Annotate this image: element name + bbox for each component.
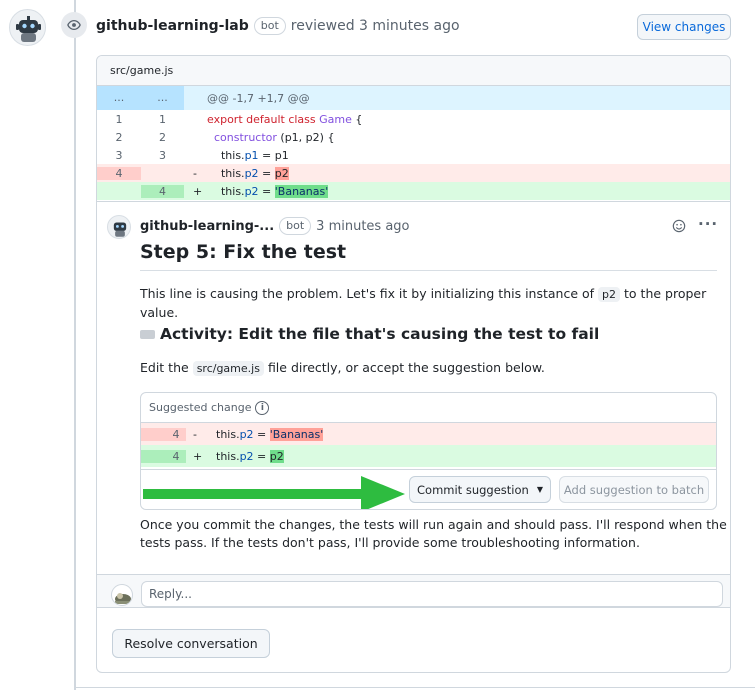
suggestion-line-deleted: 4 - this.p2 = 'Bananas'	[141, 423, 716, 445]
step-title: Step 5: Fix the test	[140, 241, 347, 263]
resolve-conversation-button[interactable]: Resolve conversation	[112, 629, 270, 658]
code-line: this.p2 = p2	[216, 449, 284, 463]
review-comment: github-learning-... bot 3 minutes ago ··…	[97, 201, 730, 574]
file-header: src/game.js	[97, 56, 730, 86]
diff-marker: +	[193, 184, 203, 198]
suggestion-line-added: 4 + this.p2 = p2	[141, 445, 716, 467]
review-author[interactable]: github-learning-lab	[96, 18, 249, 34]
hunk-header: ... ... @@ -1,7 +1,7 @@	[97, 86, 730, 110]
review-action-text: reviewed 3 minutes ago	[290, 18, 460, 34]
new-line-number[interactable]: 2	[141, 131, 184, 144]
new-line-number[interactable]: 4	[141, 184, 184, 198]
file-path[interactable]: src/game.js	[110, 64, 173, 77]
code-line: this.p2 = p2	[207, 166, 289, 180]
comment-header: github-learning-... bot 3 minutes ago	[140, 217, 410, 235]
caret-down-icon: ▼	[536, 485, 543, 494]
suggested-change-header: Suggested change i	[141, 393, 716, 423]
comment-author[interactable]: github-learning-...	[140, 219, 274, 234]
reply-bar: Reply...	[97, 574, 730, 608]
hunk-text: @@ -1,7 +1,7 @@	[207, 91, 310, 105]
kebab-menu-icon[interactable]: ···	[698, 215, 718, 233]
arrow-icon	[143, 476, 405, 509]
divider	[140, 270, 717, 271]
old-line-number[interactable]: 2	[97, 131, 141, 144]
expand-down-button[interactable]: ...	[141, 86, 184, 110]
avatar[interactable]	[111, 584, 133, 606]
bot-badge: bot	[253, 17, 286, 35]
suggestion-actions: Commit suggestion ▼ Add suggestion to ba…	[141, 469, 716, 509]
inline-code: p2	[598, 287, 621, 302]
old-line-number[interactable]: 4	[97, 166, 141, 180]
diff-line: 2 2 constructor (p1, p2) {	[97, 128, 730, 146]
diff-line-added: 4 + this.p2 = 'Bananas'	[97, 182, 730, 200]
comment-timestamp[interactable]: 3 minutes ago	[316, 219, 409, 234]
suggested-change: Suggested change i 4 - this.p2 = 'Banana…	[140, 392, 717, 510]
avatar[interactable]	[9, 9, 46, 46]
view-changes-button[interactable]: View changes	[637, 14, 731, 40]
code-line: this.p2 = 'Bananas'	[207, 184, 329, 198]
review-header: github-learning-lab bot reviewed 3 minut…	[96, 17, 460, 35]
diff-line: 3 3 this.p1 = p1	[97, 146, 730, 164]
closing-paragraph: Once you commit the changes, the tests w…	[140, 517, 727, 550]
commit-suggestion-button[interactable]: Commit suggestion ▼	[409, 476, 551, 503]
info-icon[interactable]: i	[255, 400, 270, 415]
code-line: this.p2 = 'Bananas'	[216, 427, 324, 441]
diff-line: 1 1 export default class Game {	[97, 110, 730, 128]
code-line: this.p1 = p1	[207, 148, 289, 162]
expand-up-button[interactable]: ...	[97, 86, 141, 110]
timeline-line	[74, 0, 76, 690]
activity-heading: Activity: Edit the file that's causing t…	[140, 325, 599, 343]
reply-input[interactable]: Reply...	[141, 581, 723, 607]
old-line-number[interactable]: 3	[97, 149, 141, 162]
diff-marker: -	[193, 427, 197, 441]
review-box: src/game.js ... ... @@ -1,7 +1,7 @@ 1 1 …	[96, 55, 731, 673]
inline-code: src/game.js	[192, 361, 264, 376]
diff-marker: -	[193, 166, 197, 180]
new-line-number[interactable]: 3	[141, 149, 184, 162]
bot-badge: bot	[279, 217, 312, 235]
avatar[interactable]	[107, 215, 131, 239]
diff-marker: +	[193, 449, 203, 463]
old-line-number[interactable]: 1	[97, 113, 141, 126]
code-line: export default class Game {	[207, 112, 363, 126]
diff-line-deleted: 4 - this.p2 = p2	[97, 164, 730, 182]
code-line: constructor (p1, p2) {	[214, 130, 335, 144]
add-to-batch-button[interactable]: Add suggestion to batch	[559, 476, 709, 503]
eye-icon	[61, 12, 87, 38]
timeline-divider	[74, 687, 755, 688]
new-line-number[interactable]: 1	[141, 113, 184, 126]
intro-paragraph: This line is causing the problem. Let's …	[140, 286, 707, 320]
smiley-icon[interactable]	[672, 219, 686, 237]
line-number: 4	[141, 427, 186, 441]
keyboard-icon	[140, 329, 155, 339]
edit-paragraph: Edit the src/game.js file directly, or a…	[140, 360, 545, 376]
line-number: 4	[141, 449, 186, 463]
